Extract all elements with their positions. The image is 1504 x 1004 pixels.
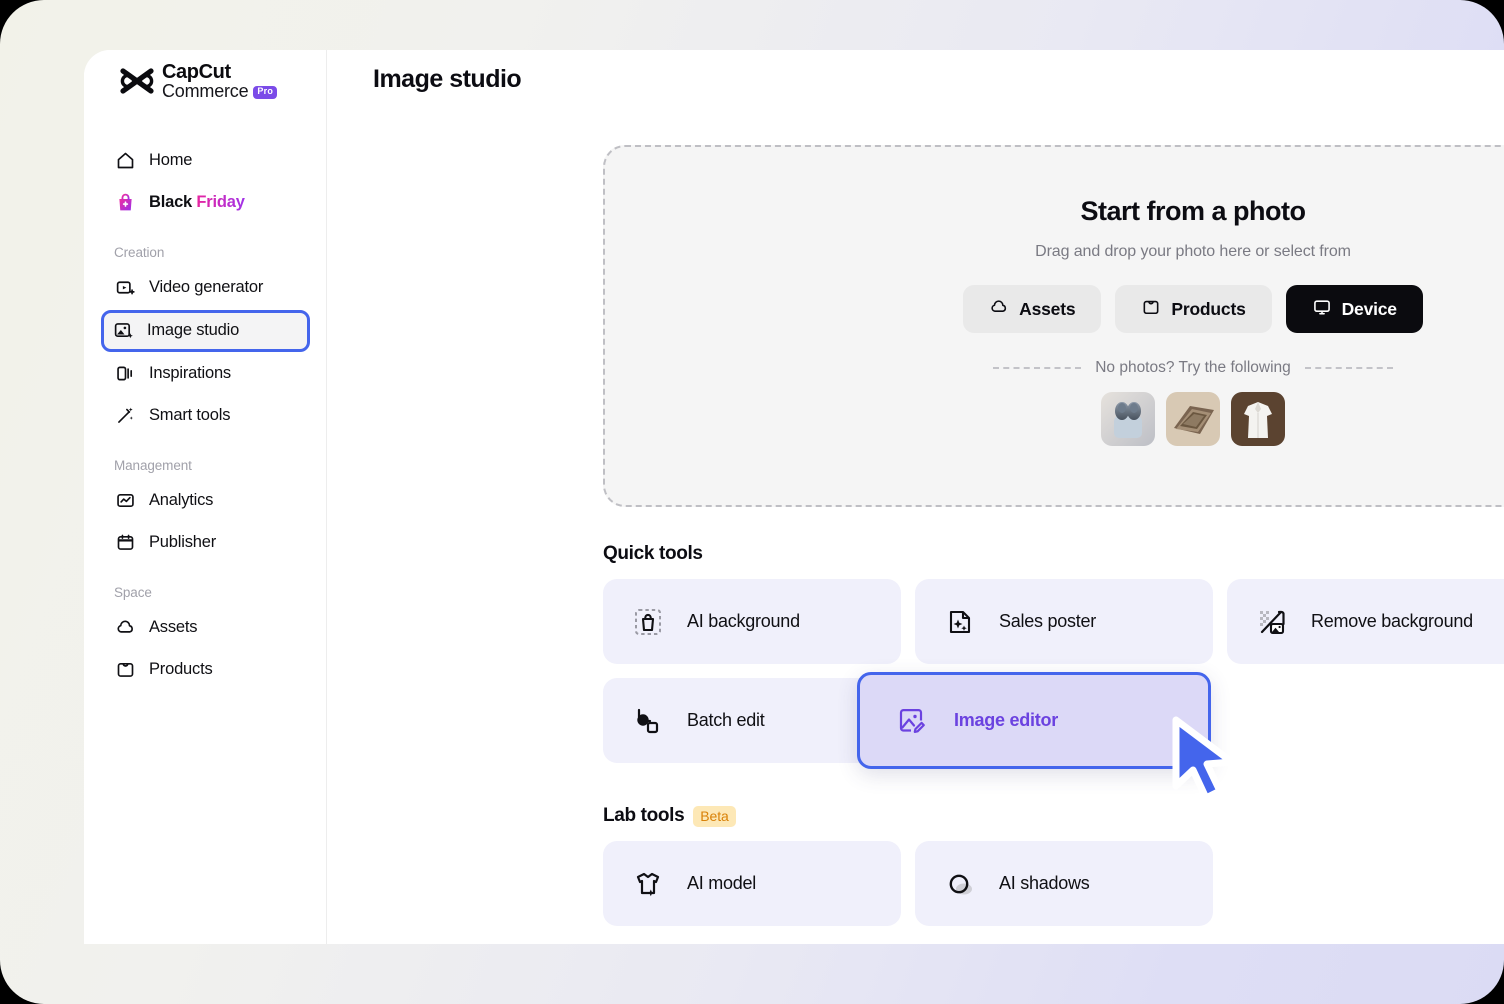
remove-background-icon — [1257, 607, 1287, 637]
tool-label: Batch edit — [687, 710, 765, 731]
upload-title: Start from a photo — [605, 196, 1504, 227]
mouse-cursor-icon — [1162, 712, 1254, 812]
earbuds-thumbnail[interactable] — [1101, 392, 1155, 446]
sample-thumbnails — [605, 392, 1504, 446]
calendar-icon — [114, 532, 136, 554]
product-box-icon — [1141, 297, 1161, 322]
brand-name-secondary: Commerce — [162, 82, 248, 100]
sidebar-item-home[interactable]: Home — [104, 141, 310, 181]
sidebar-item-products[interactable]: Products — [104, 650, 310, 690]
pro-badge: Pro — [253, 86, 277, 98]
tool-label: Remove background — [1311, 611, 1473, 632]
ai-shadows-icon — [945, 869, 975, 899]
home-icon — [114, 150, 136, 172]
sidebar-item-label: Analytics — [149, 491, 213, 510]
sidebar-item-label: Video generator — [149, 278, 263, 297]
sidebar-section-management: Management — [104, 458, 310, 473]
app-window: CapCut Commerce Pro Home — [84, 50, 1504, 944]
lab-tools-heading: Lab tools Beta — [603, 805, 1504, 827]
sidebar-item-analytics[interactable]: Analytics — [104, 481, 310, 521]
sidebar-item-label: Black Friday — [149, 193, 245, 212]
product-box-icon — [114, 659, 136, 681]
sidebar-item-assets[interactable]: Assets — [104, 608, 310, 648]
content-scroll: Start from a photo Drag and drop your ph… — [327, 108, 1504, 926]
tool-ai-background[interactable]: AI background — [603, 579, 901, 664]
tool-ai-shadows[interactable]: AI shadows — [915, 841, 1213, 926]
sidebar-item-label: Image studio — [147, 321, 239, 340]
products-button-label: Products — [1171, 299, 1245, 320]
sidebar-item-label: Assets — [149, 618, 197, 637]
upload-dropzone[interactable]: Start from a photo Drag and drop your ph… — [603, 145, 1504, 507]
tool-label: AI background — [687, 611, 800, 632]
sidebar-item-smart-tools[interactable]: Smart tools — [104, 396, 310, 436]
upload-source-buttons: Assets Products — [605, 285, 1504, 333]
ai-background-icon — [633, 607, 663, 637]
quick-tools-heading: Quick tools — [603, 543, 1504, 565]
inspirations-icon — [114, 363, 136, 385]
sidebar-item-inspirations[interactable]: Inspirations — [104, 354, 310, 394]
sidebar-item-publisher[interactable]: Publisher — [104, 523, 310, 563]
sidebar-item-black-friday[interactable]: Black Friday — [104, 183, 310, 223]
sidebar-item-video-generator[interactable]: Video generator — [104, 268, 310, 308]
tool-sales-poster[interactable]: Sales poster — [915, 579, 1213, 664]
analytics-icon — [114, 490, 136, 512]
sidebar-section-creation: Creation — [104, 245, 310, 260]
tool-image-editor[interactable]: Image editor — [857, 672, 1211, 769]
video-generator-icon — [114, 277, 136, 299]
upload-subtitle: Drag and drop your photo here or select … — [605, 243, 1504, 261]
page-header: Image studio — [327, 50, 1504, 108]
beta-badge: Beta — [693, 806, 735, 827]
sidebar-item-label: Smart tools — [149, 406, 230, 425]
sidebar-item-image-studio[interactable]: Image studio — [101, 310, 310, 352]
image-editor-icon — [896, 706, 926, 736]
quick-tools-row-1: AI background Sales poster — [603, 579, 1504, 664]
shopping-bag-icon — [114, 192, 136, 214]
sidebar-section-space: Space — [104, 585, 310, 600]
brand-name-primary: CapCut — [162, 62, 277, 82]
quick-tools-title: Quick tools — [603, 543, 703, 565]
sidebar-nav: Home Black Friday — [100, 141, 310, 690]
cloud-icon — [114, 617, 136, 639]
sidebar-item-label: Publisher — [149, 533, 216, 552]
divider-line-left — [993, 367, 1081, 369]
cloud-icon — [989, 297, 1009, 322]
device-button[interactable]: Device — [1286, 285, 1423, 333]
tool-ai-model[interactable]: AI model — [603, 841, 901, 926]
divider-line-right — [1305, 367, 1393, 369]
tool-remove-background[interactable]: Remove background — [1227, 579, 1504, 664]
tool-label: Sales poster — [999, 611, 1096, 632]
suggestions-label: No photos? Try the following — [1095, 359, 1291, 377]
main-content: Image studio Start from a photo Drag and… — [327, 50, 1504, 944]
sidebar: CapCut Commerce Pro Home — [84, 50, 327, 944]
app-frame: CapCut Commerce Pro Home — [0, 0, 1504, 1004]
sidebar-item-label: Inspirations — [149, 364, 231, 383]
ai-model-icon — [633, 869, 663, 899]
tool-label: AI shadows — [999, 873, 1090, 894]
sidebar-item-label: Products — [149, 660, 213, 679]
makeup-palette-thumbnail[interactable] — [1166, 392, 1220, 446]
magic-wand-icon — [114, 405, 136, 427]
quick-tools-row-2: Batch edit Image editor — [603, 678, 1504, 769]
batch-edit-icon — [633, 706, 663, 736]
suggestions-divider: No photos? Try the following — [605, 359, 1504, 377]
products-button[interactable]: Products — [1115, 285, 1271, 333]
page-title: Image studio — [373, 65, 521, 94]
capcut-logo-icon — [120, 68, 154, 94]
brand-logo[interactable]: CapCut Commerce Pro — [100, 50, 310, 101]
image-studio-icon — [112, 320, 134, 342]
monitor-icon — [1312, 297, 1332, 322]
device-button-label: Device — [1342, 299, 1397, 320]
assets-button[interactable]: Assets — [963, 285, 1101, 333]
assets-button-label: Assets — [1019, 299, 1075, 320]
lab-tools-row: AI model AI shadows — [603, 841, 1504, 926]
white-shirt-thumbnail[interactable] — [1231, 392, 1285, 446]
tool-label: AI model — [687, 873, 756, 894]
lab-tools-title: Lab tools — [603, 805, 684, 827]
sales-poster-icon — [945, 607, 975, 637]
sidebar-item-label: Home — [149, 151, 192, 170]
tool-label: Image editor — [954, 710, 1058, 731]
